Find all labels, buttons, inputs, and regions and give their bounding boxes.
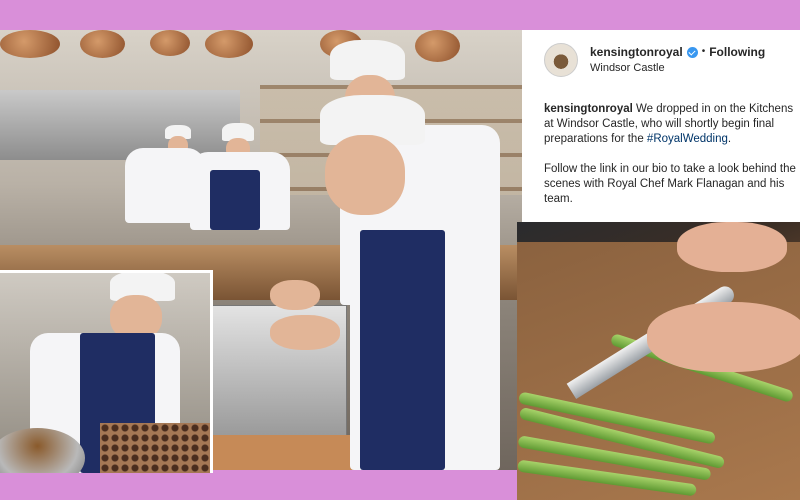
cutting-board	[205, 435, 365, 470]
username-link[interactable]: kensingtonroyal	[590, 44, 683, 60]
post-caption: kensingtonroyal We dropped in on the Kit…	[544, 102, 796, 222]
copper-pot	[205, 30, 253, 58]
hand-holding-knife	[677, 222, 787, 272]
asparagus-cutting-photo	[517, 222, 800, 500]
location-link[interactable]: Windsor Castle	[590, 60, 765, 76]
post-header-names: kensingtonroyal • Following Windsor Cast…	[590, 44, 765, 76]
instagram-post-card: kensingtonroyal • Following Windsor Cast…	[522, 30, 800, 222]
chocolate-chef-photo	[0, 270, 213, 473]
hashtag-link[interactable]: #RoyalWedding	[647, 133, 728, 145]
copper-pot	[80, 30, 125, 58]
copper-pot	[415, 30, 460, 62]
caption-text-suffix: .	[727, 133, 732, 145]
post-header-row: kensingtonroyal • Following	[590, 44, 765, 60]
copper-pot	[150, 30, 190, 56]
post-header: kensingtonroyal • Following Windsor Cast…	[544, 42, 794, 78]
caption-paragraph-1: kensingtonroyal We dropped in on the Kit…	[544, 102, 796, 147]
separator-dot: •	[701, 46, 706, 57]
copper-pot	[0, 30, 60, 58]
hand-holding-asparagus	[647, 302, 800, 372]
following-button[interactable]: Following	[709, 44, 765, 60]
chocolate-tray	[100, 423, 210, 473]
caption-username[interactable]: kensingtonroyal	[544, 103, 633, 115]
range-hood	[0, 90, 240, 160]
caption-paragraph-2: Follow the link in our bio to take a loo…	[544, 163, 796, 205]
avatar[interactable]	[544, 43, 578, 77]
verified-icon	[686, 46, 698, 58]
top-color-band	[0, 0, 800, 30]
